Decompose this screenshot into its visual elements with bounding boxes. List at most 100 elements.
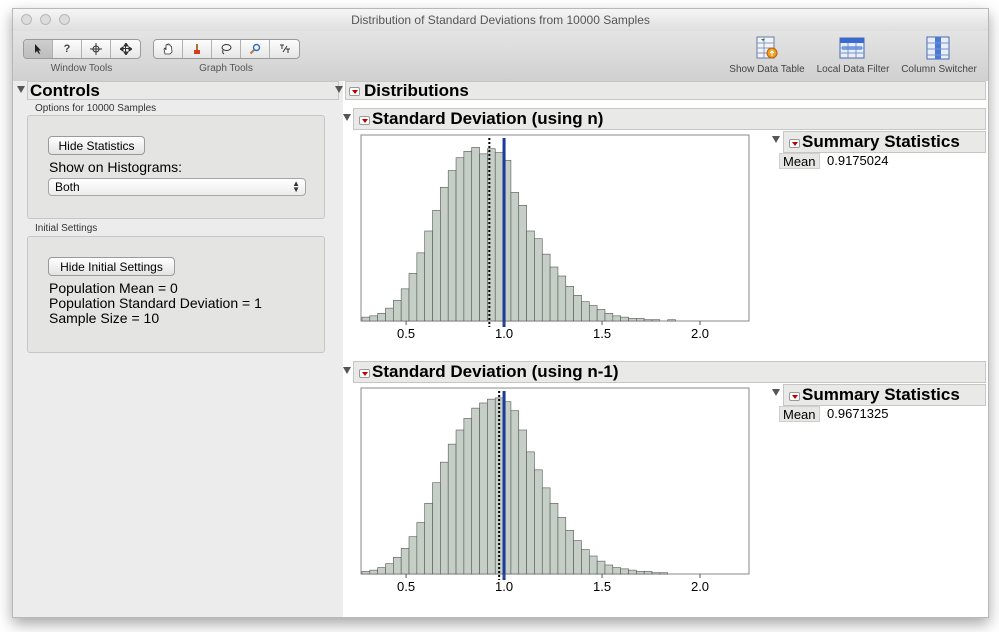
histogram-bar bbox=[557, 517, 567, 575]
histogram-bar bbox=[393, 300, 402, 322]
histogram-bar bbox=[534, 469, 543, 575]
histogram-bar bbox=[510, 192, 520, 322]
section2-title: Standard Deviation (using n-1) bbox=[372, 362, 619, 381]
show-data-table-label: Show Data Table bbox=[729, 64, 805, 75]
histogram-bar bbox=[573, 294, 582, 322]
section2-disclosure-icon[interactable] bbox=[343, 367, 351, 374]
distributions-menu-button[interactable] bbox=[349, 87, 360, 96]
controls-header: Controls bbox=[27, 81, 339, 100]
histogram-bar bbox=[377, 312, 386, 322]
section1-header: Standard Deviation (using n) bbox=[353, 108, 986, 130]
summary1-menu-button[interactable] bbox=[789, 139, 800, 148]
histogram-bar bbox=[596, 309, 606, 322]
histogram-bar bbox=[581, 549, 590, 575]
histogram-bar bbox=[541, 253, 551, 322]
histogram-bar bbox=[440, 186, 449, 322]
histogram-bar bbox=[628, 569, 637, 575]
histogram-bar bbox=[588, 305, 598, 322]
section1-title: Standard Deviation (using n) bbox=[372, 109, 604, 128]
histogram-bar bbox=[604, 564, 614, 575]
summary2-disclosure-icon[interactable] bbox=[772, 389, 780, 396]
summary2-header: Summary Statistics bbox=[783, 384, 986, 406]
histogram-bar bbox=[471, 147, 480, 322]
section1-menu-button[interactable] bbox=[359, 116, 370, 125]
histogram-bar bbox=[659, 572, 668, 575]
histogram-bar bbox=[636, 571, 645, 575]
crosshair-icon[interactable] bbox=[82, 40, 111, 58]
x-tick-label: 2.0 bbox=[691, 579, 709, 594]
mean-value: 0.9671325 bbox=[827, 406, 889, 421]
histogram-bar bbox=[400, 547, 410, 575]
histogram-bar bbox=[541, 487, 551, 575]
annotate-icon[interactable] bbox=[270, 40, 299, 58]
section2-header: Standard Deviation (using n-1) bbox=[353, 361, 986, 383]
section1-disclosure-icon[interactable] bbox=[343, 114, 351, 121]
distributions-header: Distributions bbox=[345, 81, 986, 100]
controls-title: Controls bbox=[30, 81, 100, 100]
x-tick-label: 1.5 bbox=[593, 326, 611, 341]
histogram-bar bbox=[463, 418, 473, 575]
summary2-menu-button[interactable] bbox=[789, 392, 800, 401]
histogram-bar bbox=[494, 152, 504, 322]
histogram-bar bbox=[565, 529, 574, 575]
summary1-header: Summary Statistics bbox=[783, 131, 986, 153]
summary1-disclosure-icon[interactable] bbox=[772, 136, 780, 143]
histogram-bar bbox=[447, 170, 457, 322]
histogram-bar bbox=[361, 571, 371, 575]
histogram-bar bbox=[612, 567, 621, 575]
help-icon[interactable]: ? bbox=[53, 40, 82, 58]
show-data-table-button[interactable]: Show Data Table bbox=[719, 33, 815, 79]
histogram-bar bbox=[487, 398, 496, 575]
histogram-bar bbox=[408, 273, 418, 322]
data-filter-icon bbox=[839, 37, 865, 59]
brush-icon[interactable] bbox=[183, 40, 212, 58]
magnifier-icon[interactable] bbox=[241, 40, 270, 58]
histogram-bar bbox=[400, 288, 410, 322]
histogram-bar bbox=[385, 563, 394, 575]
histogram-bar bbox=[636, 318, 645, 322]
histogram-bar bbox=[518, 204, 527, 322]
histogram-bar bbox=[534, 238, 543, 322]
initial-settings-label: Initial Settings bbox=[35, 223, 98, 234]
arrow-icon[interactable] bbox=[24, 40, 53, 58]
section2-menu-button[interactable] bbox=[359, 369, 370, 378]
local-data-filter-button[interactable]: Local Data Filter bbox=[805, 33, 901, 79]
column-switcher-icon bbox=[926, 36, 950, 60]
graph-tools-label: Graph Tools bbox=[199, 63, 253, 74]
move-icon[interactable] bbox=[111, 40, 140, 58]
lasso-icon[interactable] bbox=[212, 40, 241, 58]
column-switcher-button[interactable]: Column Switcher bbox=[891, 33, 987, 79]
histogram-bar bbox=[416, 252, 425, 322]
histogram-bar bbox=[628, 318, 637, 322]
population-sd-text: Population Standard Deviation = 1 bbox=[49, 295, 262, 311]
histogram-bar bbox=[565, 285, 574, 322]
toolbar: ? Window Tools Graph Tools Show Data Tab… bbox=[13, 31, 988, 82]
histogram-bar bbox=[455, 157, 465, 322]
window-title: Distribution of Standard Deviations from… bbox=[351, 13, 650, 27]
histogram-option-select[interactable]: Both ▲ ▼ bbox=[48, 178, 306, 196]
histogram-bar bbox=[479, 402, 488, 575]
mean-value: 0.9175024 bbox=[827, 153, 889, 168]
histogram-bar bbox=[424, 502, 433, 575]
histogram-bar bbox=[471, 407, 480, 575]
hand-icon[interactable] bbox=[154, 40, 183, 58]
title-bar: Distribution of Standard Deviations from… bbox=[13, 9, 988, 31]
hide-initial-settings-button[interactable]: Hide Initial Settings bbox=[48, 257, 175, 276]
histogram-bar bbox=[612, 315, 621, 322]
controls-disclosure-icon[interactable] bbox=[17, 86, 25, 93]
histogram-bar bbox=[479, 153, 488, 322]
hide-statistics-button[interactable]: Hide Statistics bbox=[48, 136, 145, 155]
sample-size-text: Sample Size = 10 bbox=[49, 310, 160, 326]
options-label: Options for 10000 Samples bbox=[35, 103, 157, 114]
histogram-bar bbox=[581, 301, 590, 322]
histogram-bar bbox=[526, 230, 535, 322]
histogram-bar bbox=[385, 307, 394, 322]
x-tick-label: 2.0 bbox=[691, 326, 709, 341]
histogram-bar bbox=[620, 568, 629, 575]
histogram-bar bbox=[557, 275, 567, 322]
show-on-histograms-label: Show on Histograms: bbox=[49, 159, 183, 175]
distributions-disclosure-icon[interactable] bbox=[335, 86, 343, 93]
graph-tools-group bbox=[153, 39, 300, 59]
app-window: Distribution of Standard Deviations from… bbox=[12, 8, 989, 618]
histogram-bar bbox=[361, 316, 371, 322]
